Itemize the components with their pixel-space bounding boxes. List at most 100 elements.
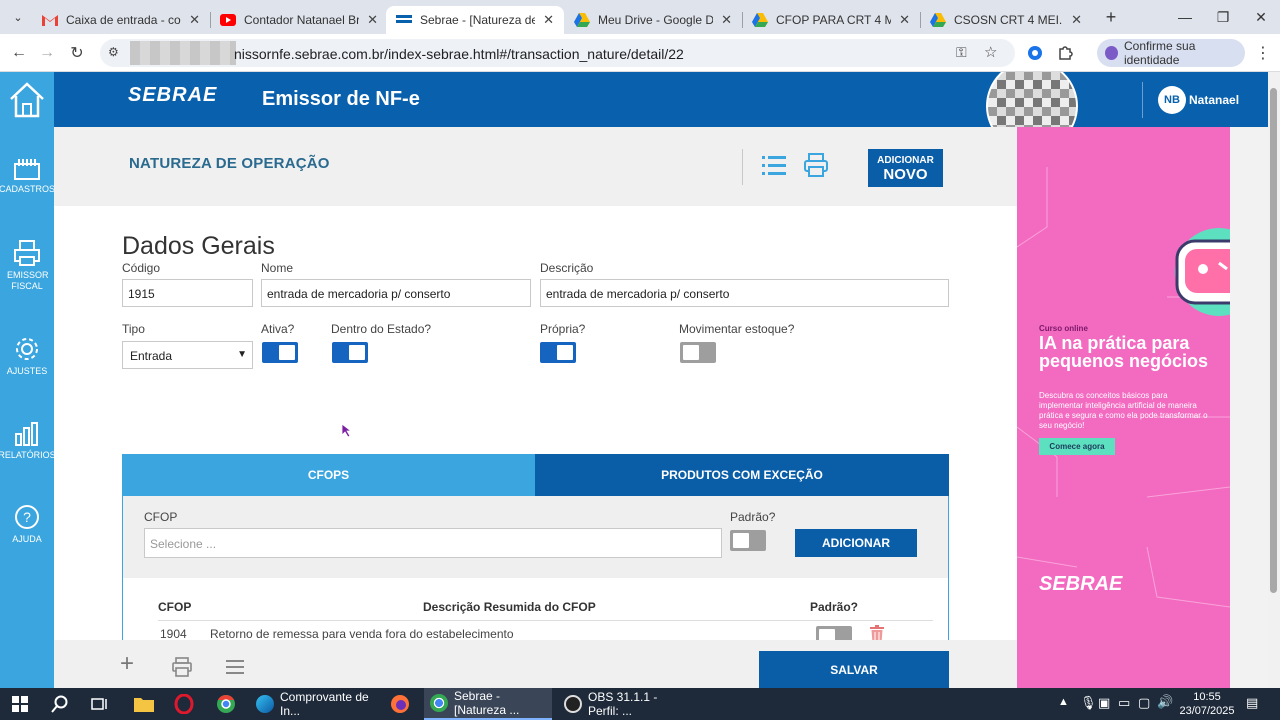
minimize-button[interactable]: — (1168, 6, 1202, 28)
identity-button[interactable]: Confirme sua identidade (1097, 39, 1245, 67)
propria-toggle[interactable] (540, 342, 576, 363)
avatar[interactable]: NB (1158, 86, 1186, 114)
tab-produtos-excecao[interactable]: PRODUTOS COM EXCEÇÃO (535, 454, 949, 496)
sebrae-icon (396, 12, 412, 28)
taskbar-app-label: Comprovante de In... (280, 690, 369, 718)
close-icon[interactable]: ✕ (543, 12, 554, 28)
url-field[interactable]: ⚙ nissornfe.sebrae.com.br/index-sebrae.h… (100, 39, 1015, 67)
register-icon (14, 159, 40, 180)
firefox-icon[interactable] (388, 692, 412, 716)
tipo-select[interactable]: Entrada ▼ (122, 341, 253, 369)
browser-tab-cfop-pdf[interactable]: CFOP PARA CRT 4 MEI.pdf ✕ (742, 6, 920, 34)
volume-icon[interactable]: 🔊 (1157, 694, 1173, 710)
taskbar-app-chrome-sebrae[interactable]: Sebrae - [Natureza ... (424, 688, 552, 720)
camera-icon[interactable]: ▣ (1098, 695, 1110, 711)
bar-chart-icon (15, 422, 38, 446)
chevron-up-icon[interactable]: ▲ (1058, 696, 1069, 708)
save-button[interactable]: SALVAR (759, 651, 949, 688)
sidebar-item-cadastros[interactable]: CADASTROS (0, 158, 55, 195)
windows-start-icon[interactable] (8, 692, 32, 716)
list-icon[interactable] (762, 155, 786, 180)
menu-dots-icon[interactable]: ⋮ (1252, 42, 1274, 64)
ativa-toggle[interactable] (262, 342, 298, 363)
close-icon[interactable]: ✕ (899, 12, 910, 28)
tab-label: Caixa de entrada - contad (66, 13, 181, 27)
page-scrollbar[interactable] (1268, 72, 1280, 688)
sidebar-item-emissor-fiscal[interactable]: EMISSOR FISCAL (0, 240, 54, 292)
taskbar-app-obs[interactable]: OBS 31.1.1 - Perfil: ... (558, 688, 684, 720)
forward-icon[interactable]: → (36, 42, 58, 64)
close-icon[interactable]: ✕ (1071, 12, 1082, 28)
nome-input[interactable]: entrada de mercadoria p/ conserto (261, 279, 531, 307)
close-icon[interactable]: ✕ (189, 12, 200, 28)
close-icon[interactable]: ✕ (721, 12, 732, 28)
chrome-icon[interactable] (214, 692, 238, 716)
file-explorer-icon[interactable] (132, 692, 156, 716)
print-icon[interactable] (804, 153, 828, 182)
ad-banner[interactable]: Curso online IA na prática para pequenos… (1017, 127, 1230, 688)
tab-cfops[interactable]: CFOPS (122, 454, 535, 496)
extension-icon[interactable] (1024, 42, 1046, 64)
dentro-estado-toggle[interactable] (332, 342, 368, 363)
ad-headline: IA na prática para pequenos negócios (1039, 333, 1209, 371)
codigo-input[interactable]: 1915 (122, 279, 253, 307)
notifications-icon[interactable]: ▤ (1246, 695, 1258, 711)
task-view-icon[interactable] (88, 692, 112, 716)
sebrae-logo[interactable]: SEBRAE (128, 84, 217, 107)
tab-search-button[interactable]: ⌄ (6, 5, 30, 29)
youtube-icon (220, 12, 236, 28)
descricao-input[interactable]: entrada de mercadoria p/ conserto (540, 279, 949, 307)
browser-tab-youtube[interactable]: Contador Natanael Braz - Y ✕ (210, 6, 388, 34)
tabs: CFOPS PRODUTOS COM EXCEÇÃO (122, 454, 949, 496)
password-key-icon[interactable]: ⚿ (956, 44, 967, 61)
close-icon[interactable]: ✕ (367, 12, 378, 28)
network-icon[interactable]: ▢ (1138, 695, 1150, 711)
print-icon[interactable] (172, 657, 192, 677)
browser-tab-gmail[interactable]: Caixa de entrada - contad ✕ (32, 6, 210, 34)
sidebar-item-ajustes[interactable]: AJUSTES (0, 336, 54, 377)
add-cfop-button[interactable]: ADICIONAR (795, 529, 917, 557)
user-name[interactable]: Natanael (1189, 93, 1239, 107)
tab-label: Contador Natanael Braz - Y (244, 13, 360, 27)
sidebar-item-label: RELATÓRIOS (0, 450, 56, 460)
browser-tab-sebrae[interactable]: Sebrae - [Natureza de Ope ✕ (386, 6, 564, 34)
home-icon[interactable] (0, 72, 54, 128)
battery-icon[interactable]: ▭ (1118, 695, 1130, 711)
form-content: Dados Gerais Código 1915 Nome entrada de… (54, 206, 1017, 668)
padrao-label: Padrão? (730, 510, 776, 524)
microphone-icon[interactable]: 🎙 (1080, 695, 1097, 711)
add-new-button[interactable]: ADICIONAR NOVO (868, 149, 943, 187)
drive-icon (930, 12, 946, 28)
new-tab-button[interactable]: + (1094, 6, 1128, 28)
ad-cta-button[interactable]: Comece agora (1039, 438, 1115, 455)
back-icon[interactable]: ← (8, 42, 30, 64)
puzzle-icon[interactable] (1054, 42, 1076, 64)
sidebar-item-relatorios[interactable]: RELATÓRIOS (0, 422, 56, 461)
system-clock[interactable]: 10:55 23/07/2025 (1178, 690, 1236, 718)
cfop-select[interactable]: Selecione ... (144, 528, 722, 558)
ad-kicker: Curso online (1039, 324, 1088, 333)
scroll-thumb[interactable] (1270, 88, 1277, 593)
cfop-add-panel: CFOP Selecione ... Padrão? ADICIONAR (122, 496, 949, 578)
obs-icon (564, 695, 582, 713)
browser-tab-csosn-pdf[interactable]: CSOSN CRT 4 MEI.pdf - Go ✕ (920, 6, 1092, 34)
sidebar-item-ajuda[interactable]: ? AJUDA (0, 504, 54, 545)
taskbar-app-edge[interactable]: Comprovante de In... (250, 688, 376, 720)
search-icon[interactable] (48, 692, 72, 716)
reload-icon[interactable]: ↻ (66, 42, 88, 64)
bookmark-star-icon[interactable]: ☆ (984, 43, 997, 61)
browser-tab-drive[interactable]: Meu Drive - Google Drive ✕ (564, 6, 742, 34)
propria-label: Própria? (540, 322, 586, 336)
close-window-button[interactable]: ✕ (1244, 6, 1278, 28)
help-icon: ? (15, 505, 39, 529)
maximize-button[interactable]: ❐ (1206, 6, 1240, 28)
tipo-value: Entrada (130, 349, 173, 363)
toggle-knob (279, 345, 295, 360)
plus-icon[interactable]: + (120, 650, 134, 678)
taskbar-app-label: Sebrae - [Natureza ... (454, 689, 520, 717)
estoque-toggle[interactable] (680, 342, 716, 363)
site-info-icon[interactable]: ⚙ (108, 45, 119, 59)
padrao-toggle[interactable] (730, 530, 766, 551)
opera-icon[interactable] (172, 692, 196, 716)
menu-icon[interactable] (226, 660, 244, 674)
